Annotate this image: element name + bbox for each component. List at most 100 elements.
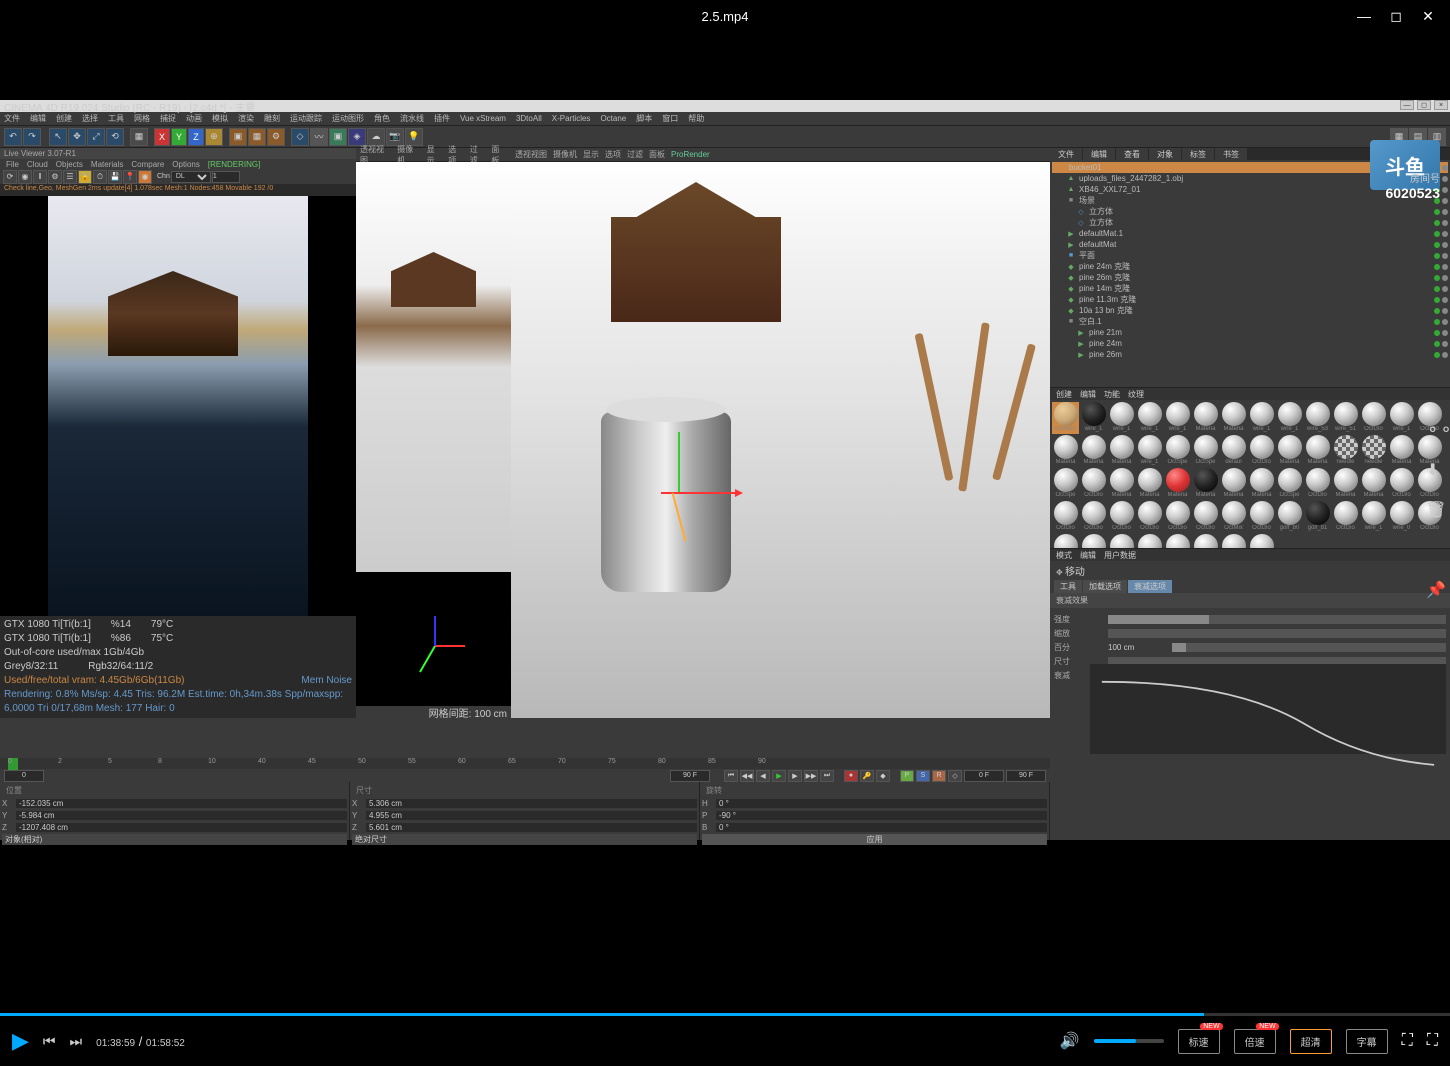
material-swatch[interactable]: Materia	[1388, 435, 1415, 467]
lv-stop-button[interactable]: ◉	[18, 170, 32, 184]
apply-button[interactable]: 应用	[702, 834, 1047, 845]
menu-窗口[interactable]: 窗口	[662, 113, 678, 124]
material-swatch[interactable]: golf_b0	[1276, 501, 1303, 533]
menu-动画[interactable]: 动画	[186, 113, 202, 124]
material-swatch[interactable]: Materia	[1080, 435, 1107, 467]
vp-menu-面板[interactable]: 面板	[649, 149, 665, 160]
material-swatch[interactable]: Materia	[1360, 468, 1387, 500]
menu-帮助[interactable]: 帮助	[688, 113, 704, 124]
lv-lock-button[interactable]: 🔒	[78, 170, 92, 184]
quality-button[interactable]: 超清	[1290, 1029, 1332, 1054]
minimize-button[interactable]: —	[1357, 9, 1371, 23]
subtitle-button[interactable]: 字幕	[1346, 1029, 1388, 1054]
vp-menu-ProRender[interactable]: ProRender	[671, 150, 710, 159]
axis-z-toggle[interactable]: Z	[188, 128, 204, 146]
lv-menu-Options[interactable]: Options	[172, 160, 200, 169]
material-swatch[interactable]: wire_53	[1304, 402, 1331, 434]
obj-tab-对象[interactable]: 对象	[1149, 148, 1181, 160]
delete-icon[interactable]: 🗑	[1426, 500, 1446, 520]
tl-end-input[interactable]	[670, 770, 710, 782]
object-row[interactable]: ▶pine 26m	[1052, 349, 1448, 360]
maximize-button[interactable]: ◻	[1389, 9, 1403, 23]
render-settings-button[interactable]: ⚙	[267, 128, 285, 146]
material-grid[interactable]: bucket0wire_1wire_1wire_1wire_1MateriaMa…	[1050, 400, 1450, 568]
tl-prev-key-button[interactable]: ◀◀	[740, 770, 754, 782]
lv-menu-Compare[interactable]: Compare	[131, 160, 164, 169]
falloff-curve[interactable]	[1090, 664, 1446, 754]
object-row[interactable]: ◇立方体	[1052, 206, 1448, 217]
lv-menu-Objects[interactable]: Objects	[56, 160, 83, 169]
lv-channel-select[interactable]: DL	[171, 171, 211, 183]
attr-subtab-工具[interactable]: 工具	[1054, 580, 1082, 593]
tl-play-button[interactable]: ▶	[772, 770, 786, 782]
tl-autokey-button[interactable]: 🔑	[860, 770, 874, 782]
rot-h-input[interactable]: 0 °	[716, 799, 1047, 808]
lv-save-button[interactable]: 💾	[108, 170, 122, 184]
viewport-right-canvas[interactable]	[511, 162, 1050, 718]
object-row[interactable]: ◆pine 26m 克隆	[1052, 272, 1448, 283]
material-swatch[interactable]: OctGlo	[1332, 501, 1359, 533]
fullscreen-button[interactable]: ⛶	[1427, 1032, 1438, 1050]
obj-tab-文件[interactable]: 文件	[1050, 148, 1082, 160]
generator-button[interactable]: ▣	[329, 128, 347, 146]
pin-icon[interactable]: 📌	[1426, 580, 1446, 600]
attr-tab-编辑[interactable]: 编辑	[1080, 550, 1096, 561]
material-swatch[interactable]: OctGlo	[1080, 501, 1107, 533]
vp-menu-摄像机[interactable]: 摄像机	[553, 149, 577, 160]
material-swatch[interactable]: bucket0	[1052, 402, 1079, 434]
prev-button[interactable]: ⏮	[43, 1033, 56, 1050]
material-swatch[interactable]: Materia	[1192, 402, 1219, 434]
recent-tool[interactable]: ▦	[130, 128, 148, 146]
material-swatch[interactable]: Materia	[1276, 435, 1303, 467]
object-row[interactable]: ◆10a 13 bn 克隆	[1052, 305, 1448, 316]
material-swatch[interactable]: Materia	[1108, 435, 1135, 467]
material-swatch[interactable]: wire_1	[1136, 435, 1163, 467]
size-x-input[interactable]: 5.306 cm	[366, 799, 697, 808]
attr-slider[interactable]	[1172, 643, 1446, 652]
material-swatch[interactable]: wire_1	[1136, 402, 1163, 434]
cube-primitive-button[interactable]: ◇	[291, 128, 309, 146]
menu-捕捉[interactable]: 捕捉	[160, 113, 176, 124]
menu-角色[interactable]: 角色	[374, 113, 390, 124]
material-swatch[interactable]: golf_b1	[1304, 501, 1331, 533]
material-swatch[interactable]: OctSpe	[1192, 435, 1219, 467]
material-swatch[interactable]: OctGlo	[1248, 501, 1275, 533]
spline-button[interactable]: 〰	[310, 128, 328, 146]
material-swatch[interactable]: OctGlo	[1360, 402, 1387, 434]
app-maximize-button[interactable]: ◻	[1417, 100, 1431, 110]
rotate-tool[interactable]: ⟲	[106, 128, 124, 146]
attr-subtab-加载选项[interactable]: 加载选项	[1083, 580, 1127, 593]
obj-tab-查看[interactable]: 查看	[1116, 148, 1148, 160]
object-row[interactable]: ▶defaultMat	[1052, 239, 1448, 250]
menu-插件[interactable]: 插件	[434, 113, 450, 124]
app-minimize-button[interactable]: —	[1400, 100, 1414, 110]
theater-mode-button[interactable]: ⛶	[1402, 1032, 1413, 1050]
lv-settings-button[interactable]: ⚙	[48, 170, 62, 184]
material-swatch[interactable]: wire_1	[1080, 402, 1107, 434]
menu-编辑[interactable]: 编辑	[30, 113, 46, 124]
tl-next-frame-button[interactable]: ▶	[788, 770, 802, 782]
pos-y-input[interactable]: -5.984 cm	[16, 811, 347, 820]
viewport-left-canvas[interactable]	[356, 162, 511, 706]
redo-button[interactable]: ↷	[23, 128, 41, 146]
mat-tab-纹理[interactable]: 纹理	[1128, 389, 1144, 400]
object-row[interactable]: ◇立方体	[1052, 217, 1448, 228]
object-row[interactable]: ◆pine 14m 克隆	[1052, 283, 1448, 294]
lv-pause-button[interactable]: ‖	[33, 170, 47, 184]
scale-tool[interactable]: ⤢	[87, 128, 105, 146]
material-swatch[interactable]: OctGlo	[1136, 501, 1163, 533]
material-swatch[interactable]: wire_1	[1360, 501, 1387, 533]
lv-menu-Materials[interactable]: Materials	[91, 160, 123, 169]
select-tool[interactable]: ↖	[49, 128, 67, 146]
tl-total-input[interactable]	[1006, 770, 1046, 782]
material-swatch[interactable]: wire_1	[1108, 402, 1135, 434]
tl-pos-key-button[interactable]: P	[900, 770, 914, 782]
attr-tab-模式[interactable]: 模式	[1056, 550, 1072, 561]
share-icon[interactable]: ⚬⚬	[1426, 420, 1446, 440]
material-swatch[interactable]: OctGlo	[1052, 501, 1079, 533]
mat-tab-功能[interactable]: 功能	[1104, 389, 1120, 400]
material-swatch[interactable]: wire_1	[1248, 402, 1275, 434]
object-row[interactable]: ◆pine 24m 克隆	[1052, 261, 1448, 272]
material-swatch[interactable]: Materia	[1136, 468, 1163, 500]
material-swatch[interactable]: OctGlo	[1108, 501, 1135, 533]
